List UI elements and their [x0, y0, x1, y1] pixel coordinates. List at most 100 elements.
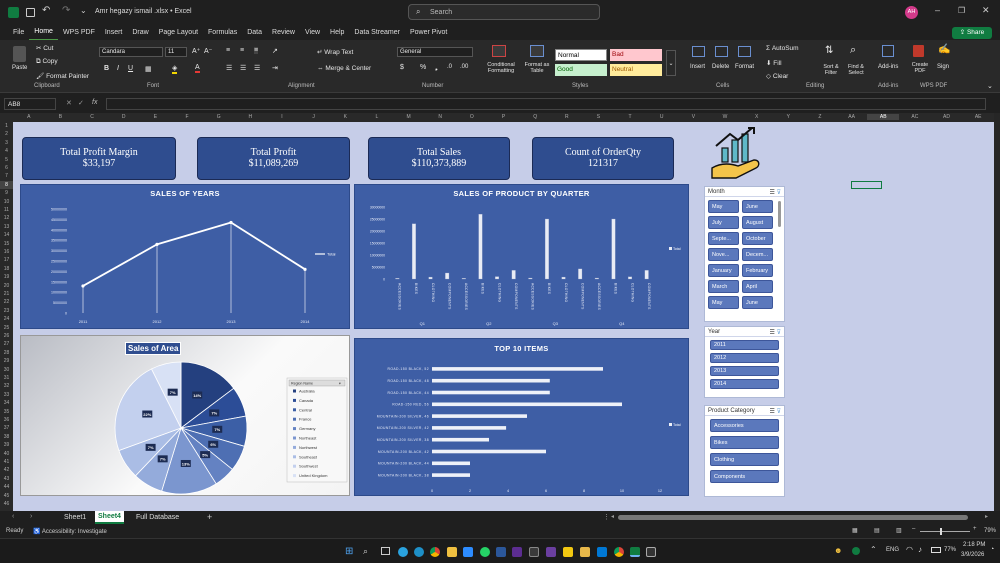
- column-header[interactable]: Z: [804, 114, 836, 120]
- row-header[interactable]: 44: [0, 483, 13, 491]
- zoom-slider[interactable]: [920, 528, 970, 535]
- row-header[interactable]: 25: [0, 324, 13, 332]
- sign-button[interactable]: Sign: [937, 64, 949, 70]
- slicer-item[interactable]: Components: [710, 470, 779, 483]
- selected-cell-ab8[interactable]: [851, 181, 882, 189]
- slicer-item[interactable]: June: [742, 200, 773, 213]
- slicer-item[interactable]: June: [742, 296, 773, 309]
- row-header[interactable]: 42: [0, 466, 13, 474]
- column-header[interactable]: U: [646, 114, 678, 120]
- increase-decimal-icon[interactable]: .0: [447, 64, 452, 70]
- tray-emoji-icon[interactable]: ☻: [834, 546, 842, 555]
- row-header[interactable]: 46: [0, 500, 13, 508]
- autosum-button[interactable]: Σ AutoSum: [766, 45, 799, 52]
- excel-taskbar-icon[interactable]: [630, 547, 640, 557]
- cancel-formula-icon[interactable]: ✕: [66, 99, 72, 107]
- align-right-icon[interactable]: ☰: [254, 64, 260, 72]
- column-header[interactable]: K: [329, 114, 361, 120]
- row-header[interactable]: 39: [0, 441, 13, 449]
- close-icon[interactable]: ✕: [982, 5, 990, 16]
- row-header[interactable]: 43: [0, 475, 13, 483]
- row-header[interactable]: 38: [0, 433, 13, 441]
- row-header[interactable]: 12: [0, 214, 13, 222]
- row-header[interactable]: 15: [0, 240, 13, 248]
- slicer-item[interactable]: Nove...: [708, 248, 739, 261]
- page-layout-view-icon[interactable]: ▤: [874, 527, 880, 534]
- column-header[interactable]: N: [424, 114, 456, 120]
- multi-select-icon[interactable]: ☰: [770, 190, 775, 196]
- row-header[interactable]: 45: [0, 492, 13, 500]
- tab-review[interactable]: Review: [267, 25, 300, 40]
- bold-icon[interactable]: B: [104, 65, 109, 72]
- column-header[interactable]: G: [203, 114, 235, 120]
- tray-app-icon[interactable]: [852, 547, 860, 555]
- format-as-table-button[interactable]: Format as Table: [520, 62, 554, 74]
- slicer-item[interactable]: August: [742, 216, 773, 229]
- conditional-formatting-button[interactable]: Conditional Formatting: [481, 62, 521, 74]
- find-select-button[interactable]: Find & Select: [843, 64, 869, 76]
- row-header[interactable]: 13: [0, 223, 13, 231]
- insert-cells-icon[interactable]: [692, 46, 705, 57]
- underline-icon[interactable]: U: [128, 65, 133, 72]
- tab-view[interactable]: View: [300, 25, 325, 40]
- slicer-item[interactable]: July: [708, 216, 739, 229]
- column-header[interactable]: Y: [772, 114, 804, 120]
- sort-filter-icon[interactable]: ⇅: [825, 45, 833, 56]
- sign-icon[interactable]: ✍: [938, 44, 950, 55]
- find-select-icon[interactable]: ⌕: [850, 44, 856, 57]
- tabs-more-icon[interactable]: ⋮: [603, 513, 610, 521]
- tab-draw[interactable]: Draw: [127, 25, 153, 40]
- column-header[interactable]: A: [13, 114, 45, 120]
- row-header[interactable]: 8: [0, 180, 13, 189]
- zoom-out-icon[interactable]: –: [912, 526, 915, 532]
- fill-button[interactable]: ⬇ Fill: [766, 59, 782, 67]
- row-header[interactable]: 36: [0, 416, 13, 424]
- name-box[interactable]: AB8: [4, 98, 56, 110]
- confirm-formula-icon[interactable]: ✓: [78, 99, 84, 107]
- style-bad[interactable]: Bad: [610, 49, 662, 61]
- column-header[interactable]: L: [361, 114, 393, 120]
- tab-file[interactable]: File: [8, 25, 29, 40]
- app-icon[interactable]: [529, 547, 539, 557]
- row-header[interactable]: 34: [0, 399, 13, 407]
- style-normal[interactable]: Normal: [555, 49, 607, 61]
- slicer-item[interactable]: March: [708, 280, 739, 293]
- slicer-item[interactable]: 2011: [710, 340, 779, 350]
- slicer-item[interactable]: January: [708, 264, 739, 277]
- tab-wps-pdf[interactable]: WPS PDF: [58, 25, 100, 40]
- language-indicator[interactable]: ENG: [886, 547, 899, 553]
- row-header[interactable]: 30: [0, 366, 13, 374]
- column-header[interactable]: E: [140, 114, 172, 120]
- row-header[interactable]: 16: [0, 248, 13, 256]
- row-header[interactable]: 17: [0, 256, 13, 264]
- page-break-view-icon[interactable]: ▥: [896, 527, 902, 534]
- currency-icon[interactable]: $: [400, 64, 404, 71]
- tab-power-pivot[interactable]: Power Pivot: [405, 25, 452, 40]
- column-header[interactable]: J: [298, 114, 330, 120]
- slicer-item[interactable]: 2013: [710, 366, 779, 376]
- column-header[interactable]: AE: [962, 114, 994, 120]
- wifi-icon[interactable]: ◠: [906, 545, 913, 554]
- horizontal-scrollbar[interactable]: [618, 515, 968, 520]
- clear-filter-icon[interactable]: ⊽: [777, 409, 781, 415]
- row-header[interactable]: 10: [0, 198, 13, 206]
- slicer-item[interactable]: May: [708, 200, 739, 213]
- column-header[interactable]: C: [76, 114, 108, 120]
- redo-icon[interactable]: ↷: [62, 5, 70, 16]
- row-header[interactable]: 5: [0, 156, 13, 164]
- column-header[interactable]: M: [393, 114, 425, 120]
- create-pdf-button[interactable]: Create PDF: [909, 62, 931, 74]
- slicer-item[interactable]: May: [708, 296, 739, 309]
- clear-button[interactable]: ◇ Clear: [766, 72, 788, 80]
- search-box[interactable]: ⌕ Search: [408, 4, 600, 20]
- increase-font-icon[interactable]: A⁺: [192, 47, 200, 55]
- row-header[interactable]: 41: [0, 458, 13, 466]
- row-header[interactable]: 28: [0, 349, 13, 357]
- clock-time[interactable]: 2:18 PM: [963, 542, 985, 548]
- row-header[interactable]: 29: [0, 357, 13, 365]
- styles-more-icon[interactable]: ⌄: [666, 50, 676, 76]
- row-header[interactable]: 7: [0, 172, 13, 180]
- column-header[interactable]: AB: [867, 114, 900, 120]
- scroll-left-icon[interactable]: ◂: [611, 513, 614, 520]
- style-neutral[interactable]: Neutral: [610, 64, 662, 76]
